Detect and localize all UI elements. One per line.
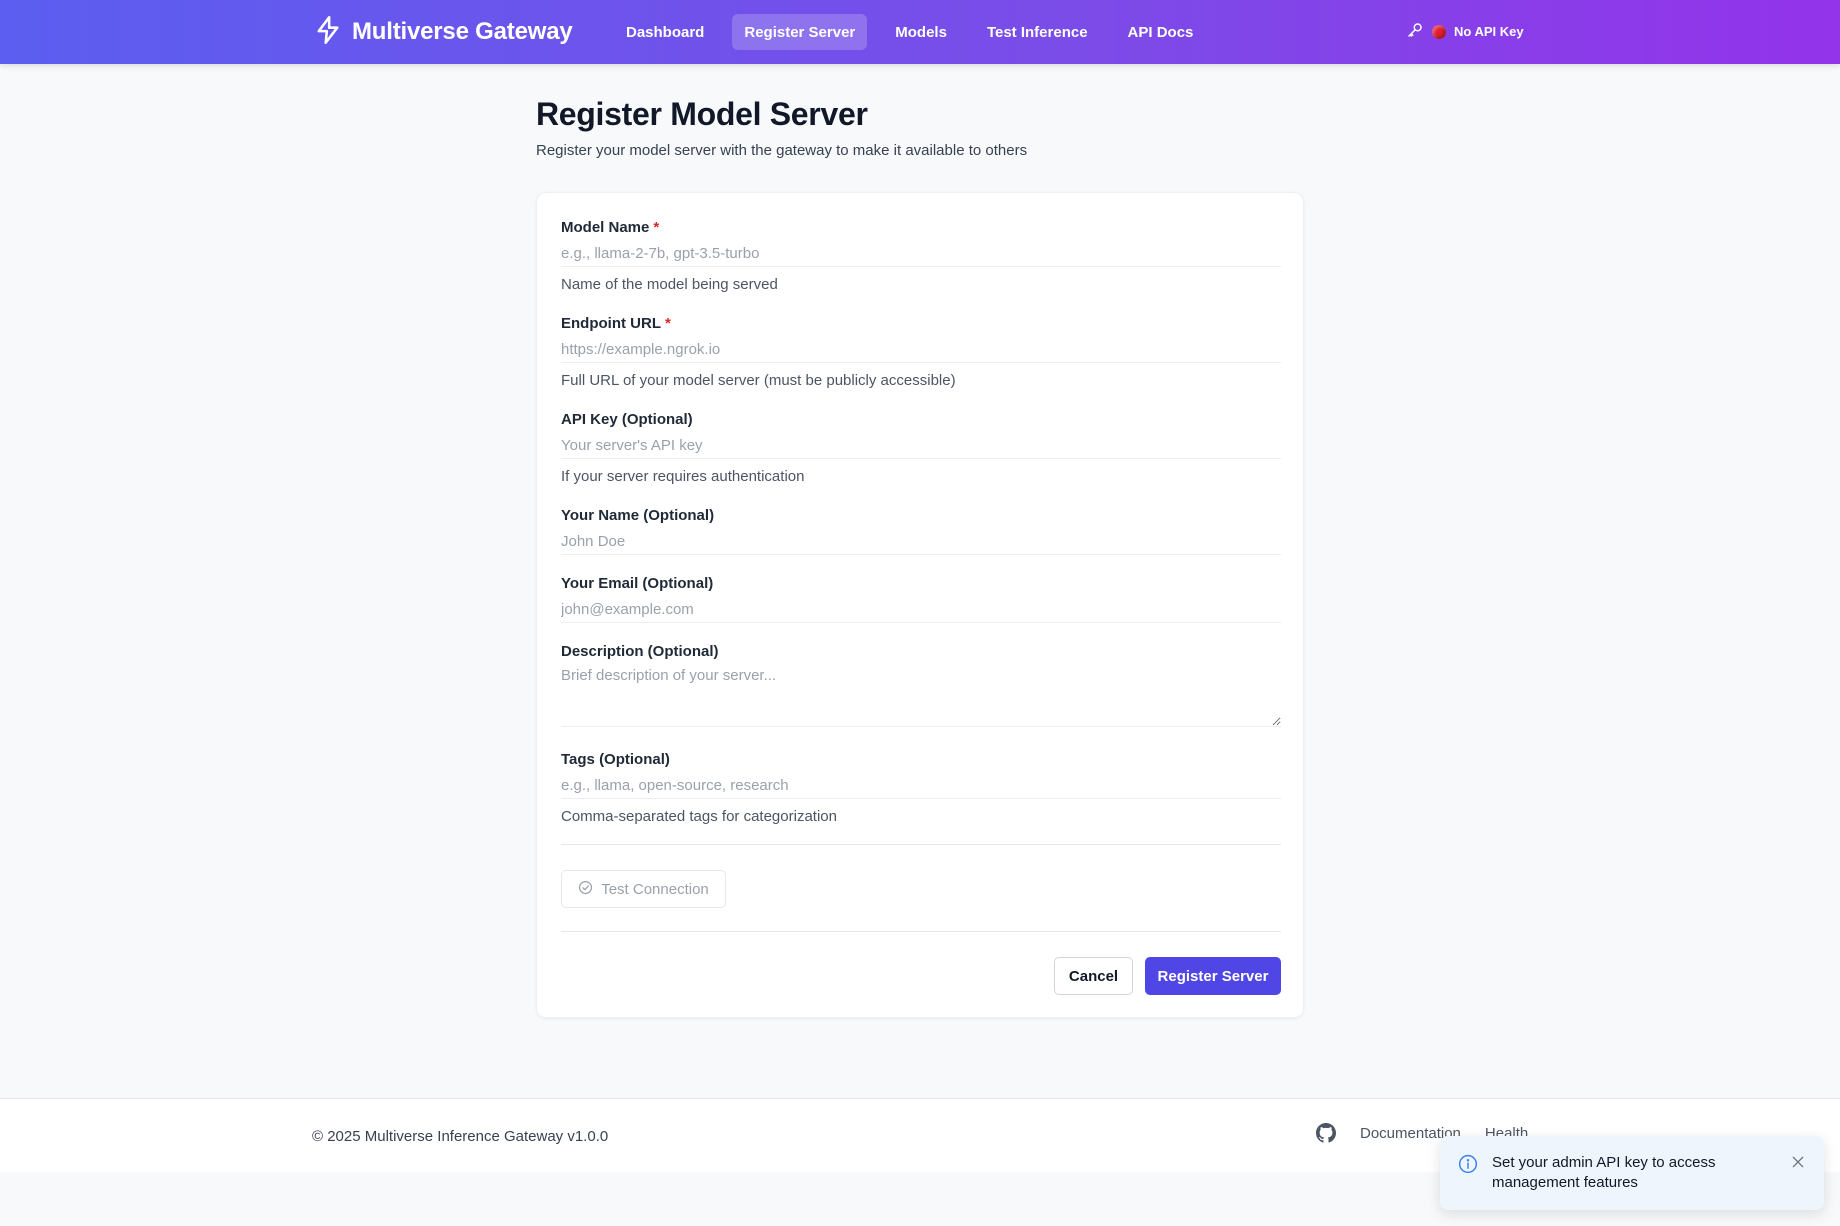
- tags-field: Tags (Optional) Comma-separated tags for…: [561, 749, 1281, 825]
- your-name-input[interactable]: [561, 529, 1281, 555]
- page-subtitle: Register your model server with the gate…: [536, 142, 1028, 159]
- description-label: Description (Optional): [561, 642, 719, 660]
- model-name-label-text: Model Name: [561, 218, 650, 236]
- copyright: © 2025 Multiverse Inference Gateway v1.0…: [312, 1128, 609, 1145]
- your-name-label: Your Name (Optional): [561, 506, 715, 524]
- api-key-label: API Key (Optional): [561, 410, 693, 428]
- toast-message: Set your admin API key to access managem…: [1492, 1154, 1716, 1191]
- nav-api-docs[interactable]: API Docs: [1116, 14, 1206, 50]
- your-email-input[interactable]: [561, 597, 1281, 623]
- your-email-field: Your Email (Optional): [561, 573, 1281, 623]
- nav-register-server[interactable]: Register Server: [732, 14, 868, 50]
- divider: [561, 931, 1281, 932]
- key-icon: [1406, 21, 1424, 42]
- status-dot: [1432, 24, 1446, 39]
- model-name-input[interactable]: [561, 241, 1281, 267]
- github-icon[interactable]: [1316, 1123, 1336, 1143]
- nav-links: Dashboard Register Server Models Test In…: [614, 14, 1221, 50]
- test-connection-label: Test Connection: [601, 880, 709, 898]
- info-icon: [1458, 1154, 1478, 1179]
- required-mark: *: [664, 314, 671, 332]
- required-mark: *: [653, 218, 660, 236]
- top-navbar: Multiverse Gateway Dashboard Register Se…: [0, 0, 1840, 64]
- api-status-label: No API Key: [1454, 24, 1524, 39]
- endpoint-url-help: Full URL of your model server (must be p…: [561, 372, 956, 389]
- nav-test-inference[interactable]: Test Inference: [975, 14, 1100, 50]
- api-key-status[interactable]: No API Key: [1406, 21, 1524, 42]
- endpoint-url-label-text: Endpoint URL: [561, 314, 661, 332]
- page-title: Register Model Server: [536, 96, 868, 132]
- model-name-help: Name of the model being served: [561, 276, 778, 293]
- cancel-button[interactable]: Cancel: [1054, 957, 1133, 995]
- register-form-card: Model Name * Name of the model being ser…: [536, 192, 1304, 1018]
- tags-label: Tags (Optional): [561, 750, 670, 768]
- register-server-button[interactable]: Register Server: [1145, 957, 1281, 995]
- description-textarea[interactable]: [561, 665, 1281, 727]
- tags-help: Comma-separated tags for categorization: [561, 808, 837, 825]
- endpoint-url-field: Endpoint URL * Full URL of your model se…: [561, 313, 1281, 389]
- lightning-icon: [314, 15, 342, 50]
- nav-models[interactable]: Models: [883, 14, 959, 50]
- model-name-field: Model Name * Name of the model being ser…: [561, 217, 1281, 293]
- divider: [561, 844, 1281, 845]
- description-field: Description (Optional): [561, 641, 1281, 727]
- api-key-help: If your server requires authentication: [561, 468, 805, 485]
- your-name-field: Your Name (Optional): [561, 505, 1281, 555]
- check-circle-icon: [578, 880, 593, 899]
- your-email-label: Your Email (Optional): [561, 574, 714, 592]
- nav-dashboard[interactable]: Dashboard: [614, 14, 716, 50]
- info-toast: Set your admin API key to access managem…: [1440, 1136, 1824, 1210]
- model-name-label: Model Name *: [561, 217, 1281, 237]
- close-icon[interactable]: [1790, 1154, 1806, 1175]
- test-connection-button[interactable]: Test Connection: [561, 870, 726, 908]
- brand[interactable]: Multiverse Gateway: [314, 15, 573, 50]
- api-key-field: API Key (Optional) If your server requir…: [561, 409, 1281, 485]
- brand-title: Multiverse Gateway: [352, 18, 573, 45]
- endpoint-url-input[interactable]: [561, 337, 1281, 363]
- tags-input[interactable]: [561, 773, 1281, 799]
- endpoint-url-label: Endpoint URL *: [561, 313, 1281, 333]
- api-key-input[interactable]: [561, 433, 1281, 459]
